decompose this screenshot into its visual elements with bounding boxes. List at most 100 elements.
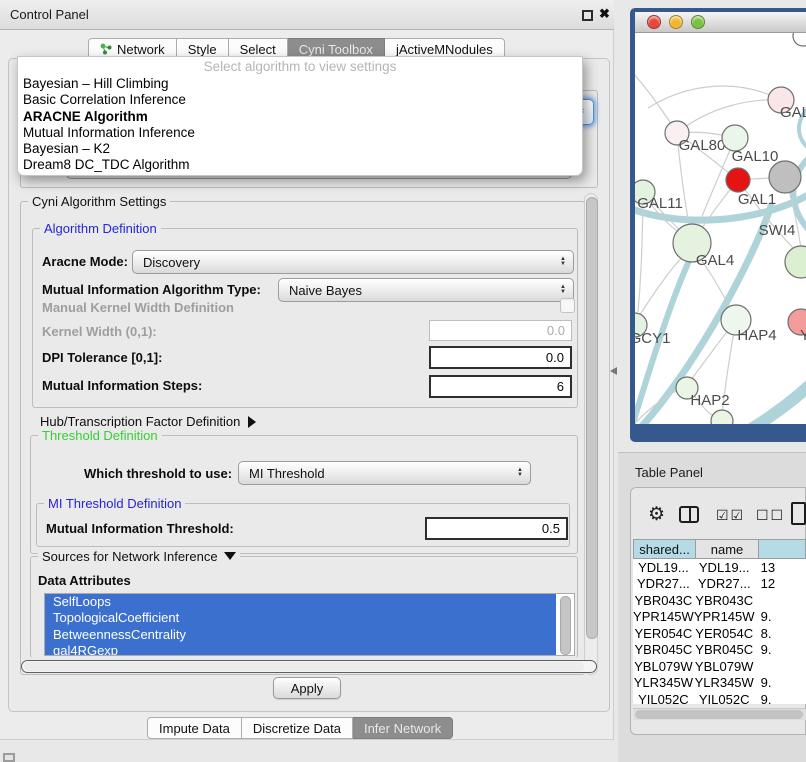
document-export-icon[interactable] xyxy=(791,502,806,525)
data-attributes-label: Data Attributes xyxy=(38,573,131,588)
table-row[interactable]: YER054CYER054C8. xyxy=(633,625,806,642)
data-attribute-item[interactable]: TopologicalCoefficient xyxy=(45,610,556,626)
table-cell: YER054C xyxy=(694,625,755,642)
data-attribute-item[interactable]: BetweennessCentrality xyxy=(45,627,556,643)
sources-toggle[interactable]: Sources for Network Inference xyxy=(38,549,240,564)
network-node[interactable] xyxy=(793,33,806,46)
apply-button[interactable]: Apply xyxy=(273,677,341,699)
combo-arrows-icon: ▲▼ xyxy=(560,257,566,267)
network-node[interactable] xyxy=(711,410,733,424)
table-horizontal-scrollbar[interactable] xyxy=(633,708,806,720)
node-label: GAL4 xyxy=(696,252,734,269)
minimize-traffic-light-icon[interactable] xyxy=(669,15,683,29)
aracne-mode-combo[interactable]: Discovery ▲▼ xyxy=(132,250,574,274)
close-traffic-light-icon[interactable] xyxy=(647,15,661,29)
table-panel-title: Table Panel xyxy=(635,465,703,480)
table-cell xyxy=(755,658,806,675)
table-row[interactable]: YPR145WYPR145W9. xyxy=(633,609,806,626)
table-row[interactable]: YLR345WYLR345W9. xyxy=(633,675,806,692)
algorithm-option[interactable]: Bayesian – K2 xyxy=(18,141,582,157)
data-attribute-item[interactable]: SelfLoops xyxy=(45,594,556,610)
data-attribute-item[interactable]: gal4RGexp xyxy=(45,643,556,656)
scrollbar-thumb[interactable] xyxy=(586,197,598,639)
dpi-tolerance-field[interactable]: 0.0 xyxy=(429,346,572,369)
algorithm-dropdown-popup: Select algorithm to view settings Bayesi… xyxy=(17,56,583,176)
checked-columns-icon[interactable]: ☑☑ xyxy=(716,507,745,524)
algorithm-option[interactable]: ARACNE Algorithm xyxy=(18,109,582,125)
scrollbar-thumb[interactable] xyxy=(635,710,803,719)
node-label: GCY1 xyxy=(635,330,670,347)
network-node-gal1[interactable] xyxy=(726,168,750,192)
column-header-shared-name[interactable]: shared... xyxy=(633,539,696,559)
tab-infer-network[interactable]: Infer Network xyxy=(353,717,453,739)
table-cell: 8. xyxy=(755,625,806,642)
mi-threshold-label: Mutual Information Threshold: xyxy=(46,521,234,536)
gear-icon[interactable]: ⚙ xyxy=(648,503,665,526)
split-columns-icon[interactable] xyxy=(679,506,699,523)
column-header-partial[interactable] xyxy=(759,539,806,559)
tab-impute-data[interactable]: Impute Data xyxy=(147,717,242,739)
table-cell: YDL19... xyxy=(633,559,694,576)
network-node-swi4[interactable] xyxy=(785,246,806,278)
table-rows[interactable]: YDL19...YDL19...13YDR27...YDR27...12YBR0… xyxy=(633,559,806,704)
network-icon xyxy=(100,43,112,55)
table-cell: 9. xyxy=(755,642,806,659)
manual-kernel-width-checkbox[interactable] xyxy=(560,298,575,313)
which-threshold-combo[interactable]: MI Threshold ▲▼ xyxy=(238,461,531,485)
tab-label: Cyni Toolbox xyxy=(299,42,373,57)
list-scrollbar-thumb[interactable] xyxy=(560,596,571,655)
algorithm-option[interactable]: Dream8 DC_TDC Algorithm xyxy=(18,157,582,173)
tab-discretize-data[interactable]: Discretize Data xyxy=(242,717,353,739)
data-attributes-list[interactable]: SelfLoopsTopologicalCoefficientBetweenne… xyxy=(44,593,575,656)
minimized-panel-icon[interactable] xyxy=(3,753,15,762)
kernel-width-field[interactable]: 0.0 xyxy=(429,320,572,341)
mi-algorithm-type-label: Mutual Information Algorithm Type: xyxy=(42,282,261,297)
float-window-icon[interactable] xyxy=(582,10,593,21)
which-threshold-label: Which threshold to use: xyxy=(84,466,232,481)
node-label: SWI4 xyxy=(759,222,796,239)
mi-steps-field[interactable]: 6 xyxy=(429,375,572,398)
table-row[interactable]: YDR27...YDR27...12 xyxy=(633,576,806,593)
table-cell: 12 xyxy=(755,576,806,593)
combo-arrows-icon: ▲▼ xyxy=(517,468,523,478)
algorithm-option[interactable]: Mutual Information Inference xyxy=(18,125,582,141)
mi-algorithm-type-combo[interactable]: Naive Bayes ▲▼ xyxy=(278,278,574,302)
column-header-name[interactable]: name xyxy=(696,539,759,559)
table-cell: YIL052C xyxy=(633,691,694,704)
settings-vertical-scrollbar[interactable] xyxy=(584,193,598,675)
algorithm-option[interactable]: Bayesian – Hill Climbing xyxy=(18,76,582,92)
algorithm-dropdown-placeholder: Select algorithm to view settings xyxy=(18,57,582,76)
hub-definition-toggle[interactable]: Hub/Transcription Factor Definition xyxy=(40,414,256,429)
node-label: HAP4 xyxy=(737,327,776,344)
network-edge xyxy=(648,86,781,108)
aracne-mode-value: Discovery xyxy=(143,255,200,270)
close-icon[interactable]: ✖ xyxy=(599,6,610,22)
tab-label: Style xyxy=(188,42,217,57)
network-node[interactable] xyxy=(769,161,801,193)
table-row[interactable]: YIL052CYIL052C9. xyxy=(633,691,806,704)
node-table: shared... name xyxy=(633,539,806,559)
table-cell: YBL079W xyxy=(694,658,755,675)
table-cell: 9. xyxy=(755,609,806,626)
table-row[interactable]: YBR043CYBR043C xyxy=(633,592,806,609)
mi-threshold-field[interactable]: 0.5 xyxy=(425,517,568,540)
tab-label: Infer Network xyxy=(364,721,441,736)
scrollbar-thumb[interactable] xyxy=(24,662,584,671)
table-cell: YER054C xyxy=(633,625,694,642)
algorithm-option[interactable]: Basic Correlation Inference xyxy=(18,92,582,108)
network-window-titlebar[interactable] xyxy=(635,12,806,33)
table-row[interactable]: YDL19...YDL19...13 xyxy=(633,559,806,576)
table-row[interactable]: YBR045CYBR045C9. xyxy=(633,642,806,659)
unchecked-columns-icon[interactable]: ☐☐ xyxy=(756,507,785,524)
hub-definition-label: Hub/Transcription Factor Definition xyxy=(40,414,240,429)
zoom-traffic-light-icon[interactable] xyxy=(691,15,705,29)
settings-horizontal-scrollbar[interactable] xyxy=(21,660,597,673)
tab-label: Impute Data xyxy=(159,721,230,736)
table-cell: YDR27... xyxy=(633,576,694,593)
control-panel-title: Control Panel xyxy=(10,7,89,22)
table-cell: 9. xyxy=(755,691,806,704)
network-canvas[interactable]: GALGAL80GAL10GAL1GAL11GAL4SWI4GCY1HAP4YH… xyxy=(635,33,806,424)
node-label: GAL1 xyxy=(738,191,776,208)
table-row[interactable]: YBL079WYBL079W xyxy=(633,658,806,675)
table-cell xyxy=(755,592,806,609)
